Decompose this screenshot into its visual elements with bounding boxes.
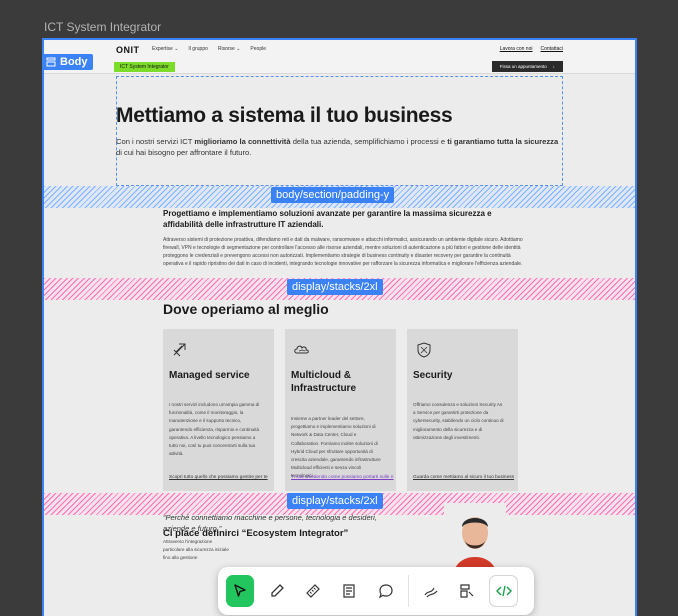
card-managed-service[interactable]: Managed service I nostri servizi includo… [163, 329, 274, 491]
inspect-toolbar [218, 567, 534, 615]
hero-sub-mid: della tua azienda, semplifichiamo i proc… [290, 137, 448, 146]
nav-link-people[interactable]: People [250, 46, 266, 52]
pointer-tool[interactable] [226, 575, 255, 607]
card-body: Insieme a partner leader del settore, pr… [291, 416, 381, 479]
eyedropper-tool[interactable] [262, 575, 290, 607]
shield-icon [417, 342, 431, 358]
card-title: Managed service [169, 370, 250, 381]
arrows-icon [173, 343, 186, 357]
notes-tool[interactable] [335, 575, 363, 607]
code-icon [495, 585, 512, 597]
category-tag: ICT System Integrator [114, 62, 175, 72]
hero-subtitle: Con i nostri servizi ICT miglioriamo la … [116, 136, 566, 158]
draw-icon [424, 587, 438, 598]
card-security[interactable]: Security Offriamo consulenza e soluzioni… [407, 329, 518, 491]
toolbar-separator [407, 575, 409, 607]
nav-link-gruppo[interactable]: Il gruppo [188, 46, 207, 52]
card-title: Multicloud & Infrastructure [291, 370, 357, 394]
nav-right: Lavora con noi Contattaci [500, 46, 563, 52]
layers-tool[interactable] [453, 575, 481, 607]
hero-sub-post: di cui hai bisogno per affrontare il fut… [116, 148, 252, 157]
card-body: I nostri servizi includono un'ampia gamm… [169, 402, 260, 457]
cloud-icon [294, 345, 309, 354]
hero-sub-bold-2: ti garantiamo tutta la sicurezza [447, 137, 559, 146]
pointer-icon [234, 584, 246, 597]
layers-icon [460, 584, 474, 598]
ruler-icon [306, 584, 320, 598]
card-link[interactable]: Ti stai chiedendo come possiamo portarti… [291, 475, 393, 480]
eyedropper-icon [270, 584, 284, 597]
card-title: Security [413, 370, 453, 381]
site-logo[interactable]: ONIT [116, 45, 140, 55]
appointment-button[interactable]: Fissa un appuntamento ↓ [491, 61, 563, 72]
nav-link-lavora[interactable]: Lavora con noi [500, 46, 533, 52]
section2-title: Dove operiamo al meglio [163, 301, 329, 317]
body-layer-label[interactable]: Body [42, 54, 93, 70]
nav-link-expertise[interactable]: Expertise ⌄ [152, 46, 178, 52]
comment-tool[interactable] [371, 575, 399, 607]
hero-title: Mettiamo a sistema il tuo business [116, 104, 453, 127]
body-layer-name: Body [60, 56, 88, 68]
appointment-button-label: Fissa un appuntamento [499, 64, 547, 69]
section3-text: Attraverso l'integrazione particolare al… [163, 539, 229, 560]
layout-icon [46, 57, 56, 67]
hero-layout-guides [116, 76, 563, 186]
nav-link-contattaci[interactable]: Contattaci [540, 46, 563, 52]
frame-title[interactable]: ICT System Integrator [44, 20, 161, 34]
hero-sub-pre: Con i nostri servizi ICT [116, 137, 195, 146]
card-body: Offriamo consulenza e soluzioni Security… [413, 402, 504, 440]
ruler-tool[interactable] [299, 575, 327, 607]
card-link[interactable]: Guarda come mettiamo al sicuro il tuo bu… [413, 475, 514, 480]
section1-body: Attraverso sistemi di protezione proatti… [163, 237, 523, 267]
stack-token-label-2: display/stacks/2xl [287, 493, 383, 509]
site-nav: ONIT Expertise ⌄ Il gruppo Risorse ⌄ Peo… [44, 40, 635, 74]
comment-icon [378, 584, 393, 599]
padding-token-label: body/section/padding-y [271, 187, 395, 203]
arrow-down-icon: ↓ [552, 64, 555, 69]
stack-token-label-1: display/stacks/2xl [287, 279, 383, 295]
design-frame[interactable]: ONIT Expertise ⌄ Il gruppo Risorse ⌄ Peo… [44, 40, 635, 616]
hero-sub-bold-1: miglioriamo la connettività [194, 137, 291, 146]
section3-quote: “Perché connettiamo macchine e persone, … [163, 513, 377, 533]
card-link[interactable]: Scopri tutto quello che possiamo gestire… [169, 475, 268, 480]
nav-link-risorse[interactable]: Risorse ⌄ [218, 46, 241, 52]
code-tool[interactable] [489, 575, 518, 607]
draw-tool[interactable] [417, 575, 445, 607]
notes-icon [343, 584, 355, 598]
nav-links: Expertise ⌄ Il gruppo Risorse ⌄ People [152, 46, 266, 52]
section1-title: Progettiamo e implementiamo soluzioni av… [163, 209, 492, 229]
card-multicloud[interactable]: Multicloud & Infrastructure Insieme a pa… [285, 329, 396, 491]
